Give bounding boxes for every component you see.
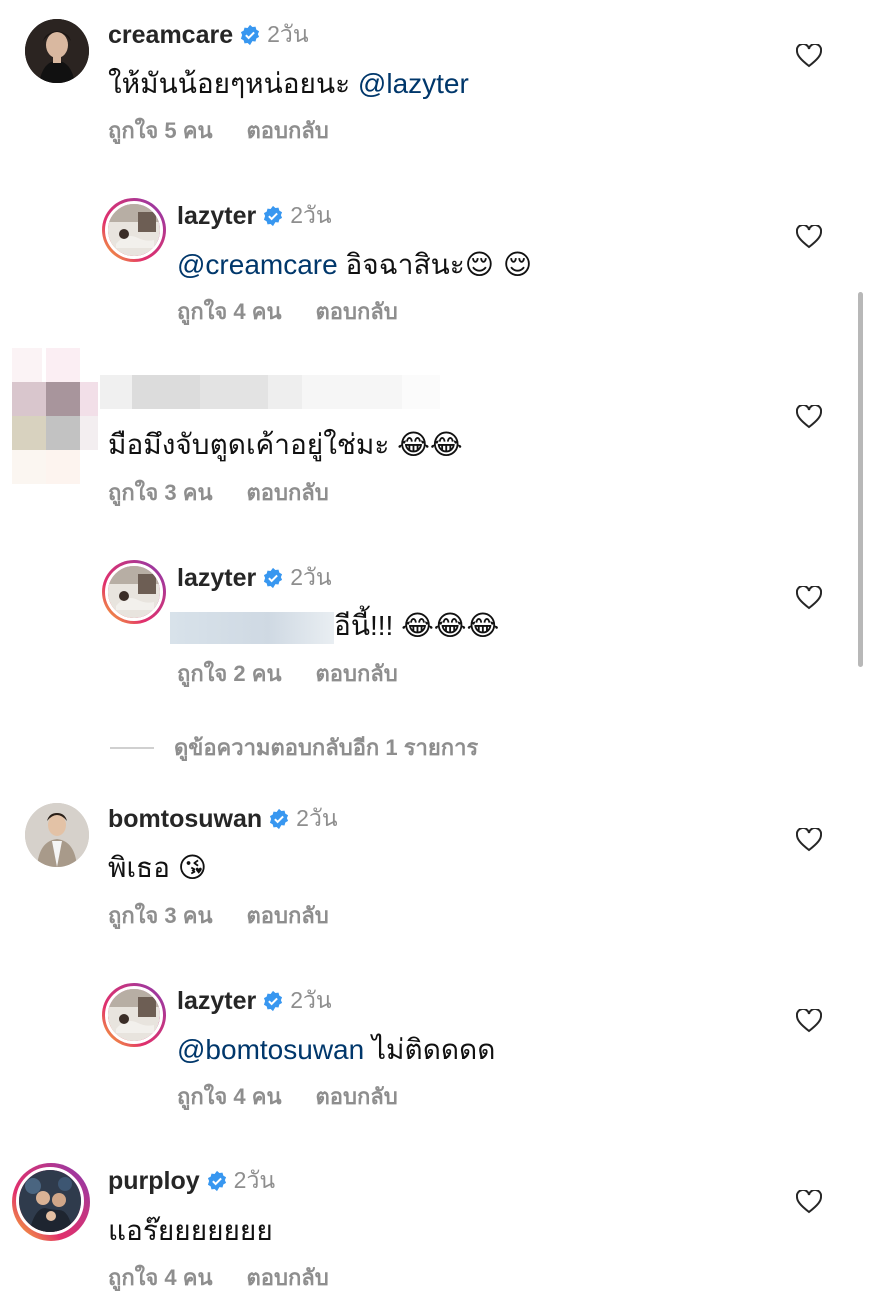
comment-text: @creamcare อิจฉาสินะ😌 😌 <box>177 243 532 287</box>
avatar-image <box>19 1170 81 1232</box>
avatar-purploy[interactable] <box>12 1163 90 1241</box>
avatar-lazyter[interactable] <box>102 198 166 262</box>
comment-text: มือมึงจับตูดเค้าอยู่ใช่มะ 😂😂 <box>108 423 463 467</box>
avatar-creamcare[interactable] <box>25 19 89 83</box>
username[interactable]: lazyter <box>177 987 256 1016</box>
pixelated-username-image <box>100 375 440 409</box>
view-more-replies[interactable]: ดูข้อความตอบกลับอีก 1 รายการ <box>110 730 478 765</box>
avatar-image <box>25 803 89 867</box>
reply-button[interactable]: ตอบกลับ <box>316 294 398 329</box>
avatar-bomtosuwan[interactable] <box>25 803 89 867</box>
comment-text: แอร๊ยยยยยยย <box>108 1209 273 1253</box>
comment-text: @bomtosuwan ไม่ติดดดด <box>177 1028 495 1072</box>
likes-count[interactable]: ถูกใจ 3 คน <box>108 898 213 933</box>
comment-text: อีนี้!!! 😂😂😂 <box>170 604 499 648</box>
likes-count[interactable]: ถูกใจ 5 คน <box>108 113 213 148</box>
avatar-lazyter[interactable] <box>102 983 166 1047</box>
likes-count[interactable]: ถูกใจ 4 คน <box>177 294 282 329</box>
pixelated-username <box>100 375 440 414</box>
comment-text: พิเธอ 😘 <box>108 846 207 890</box>
timestamp: 2วัน <box>296 805 338 831</box>
avatar-image <box>108 989 160 1041</box>
mention-link[interactable]: @lazyter <box>358 68 469 99</box>
reply-button[interactable]: ตอบกลับ <box>247 1260 329 1295</box>
likes-count[interactable]: ถูกใจ 3 คน <box>108 475 213 510</box>
timestamp: 2วัน <box>290 202 332 228</box>
comment-body: แอร๊ยยยยยยย <box>108 1215 273 1246</box>
blurred-mention <box>170 611 334 644</box>
reply-button[interactable]: ตอบกลับ <box>247 475 329 510</box>
comment-body: ให้มันน้อยๆหน่อยนะ <box>108 68 358 99</box>
heart-icon[interactable] <box>796 1190 822 1214</box>
username[interactable]: purploy <box>108 1167 200 1196</box>
avatar-image <box>108 566 160 618</box>
reply-button[interactable]: ตอบกลับ <box>316 656 398 691</box>
mention-link[interactable]: @creamcare <box>177 249 338 280</box>
likes-count[interactable]: ถูกใจ 4 คน <box>177 1079 282 1114</box>
avatar-image <box>25 19 89 83</box>
avatar-image <box>108 204 160 256</box>
heart-icon[interactable] <box>796 225 822 249</box>
username[interactable]: creamcare <box>108 21 233 50</box>
verified-badge-icon <box>270 808 289 830</box>
comment-body: อีนี้!!! <box>334 610 402 641</box>
pixelated-avatar-image <box>12 348 98 484</box>
comment-body: มือมึงจับตูดเค้าอยู่ใช่มะ <box>108 429 398 460</box>
verified-badge-icon <box>264 567 283 589</box>
relieved-face-emoji: 😌 😌 <box>464 248 533 281</box>
timestamp: 2วัน <box>267 21 309 47</box>
heart-icon[interactable] <box>796 1009 822 1033</box>
divider-line <box>110 746 154 749</box>
heart-icon[interactable] <box>796 828 822 852</box>
verified-badge-icon <box>264 205 283 227</box>
username[interactable]: lazyter <box>177 202 256 231</box>
reply-button[interactable]: ตอบกลับ <box>247 898 329 933</box>
pixelated-avatar <box>12 348 98 489</box>
timestamp: 2วัน <box>233 1167 276 1193</box>
timestamp: 2วัน <box>290 987 332 1013</box>
comment-body: พิเธอ <box>108 852 178 883</box>
laughing-emoji: 😂😂 <box>397 428 463 461</box>
avatar-lazyter[interactable] <box>102 560 166 624</box>
view-more-replies-label[interactable]: ดูข้อความตอบกลับอีก 1 รายการ <box>174 730 478 765</box>
kissing-face-emoji: 😘 <box>177 851 207 884</box>
verified-badge-icon <box>264 990 283 1012</box>
scrollbar[interactable] <box>858 292 863 667</box>
reply-button[interactable]: ตอบกลับ <box>247 113 329 148</box>
heart-icon[interactable] <box>796 44 822 68</box>
comment-body: อิจฉาสินะ <box>337 249 465 280</box>
heart-icon[interactable] <box>796 586 822 610</box>
laughing-emoji: 😂😂😂 <box>401 609 500 642</box>
heart-icon[interactable] <box>796 405 822 429</box>
username[interactable]: lazyter <box>177 564 256 593</box>
username[interactable]: bomtosuwan <box>108 805 262 834</box>
verified-badge-icon <box>241 24 260 46</box>
comment-body: ไม่ติดดดด <box>364 1034 496 1065</box>
verified-badge-icon <box>207 1170 226 1192</box>
mention-link[interactable]: @bomtosuwan <box>177 1034 364 1065</box>
comment-text: ให้มันน้อยๆหน่อยนะ @lazyter <box>108 62 469 106</box>
likes-count[interactable]: ถูกใจ 4 คน <box>108 1260 213 1295</box>
timestamp: 2วัน <box>290 564 332 590</box>
reply-button[interactable]: ตอบกลับ <box>316 1079 398 1114</box>
likes-count[interactable]: ถูกใจ 2 คน <box>177 656 282 691</box>
